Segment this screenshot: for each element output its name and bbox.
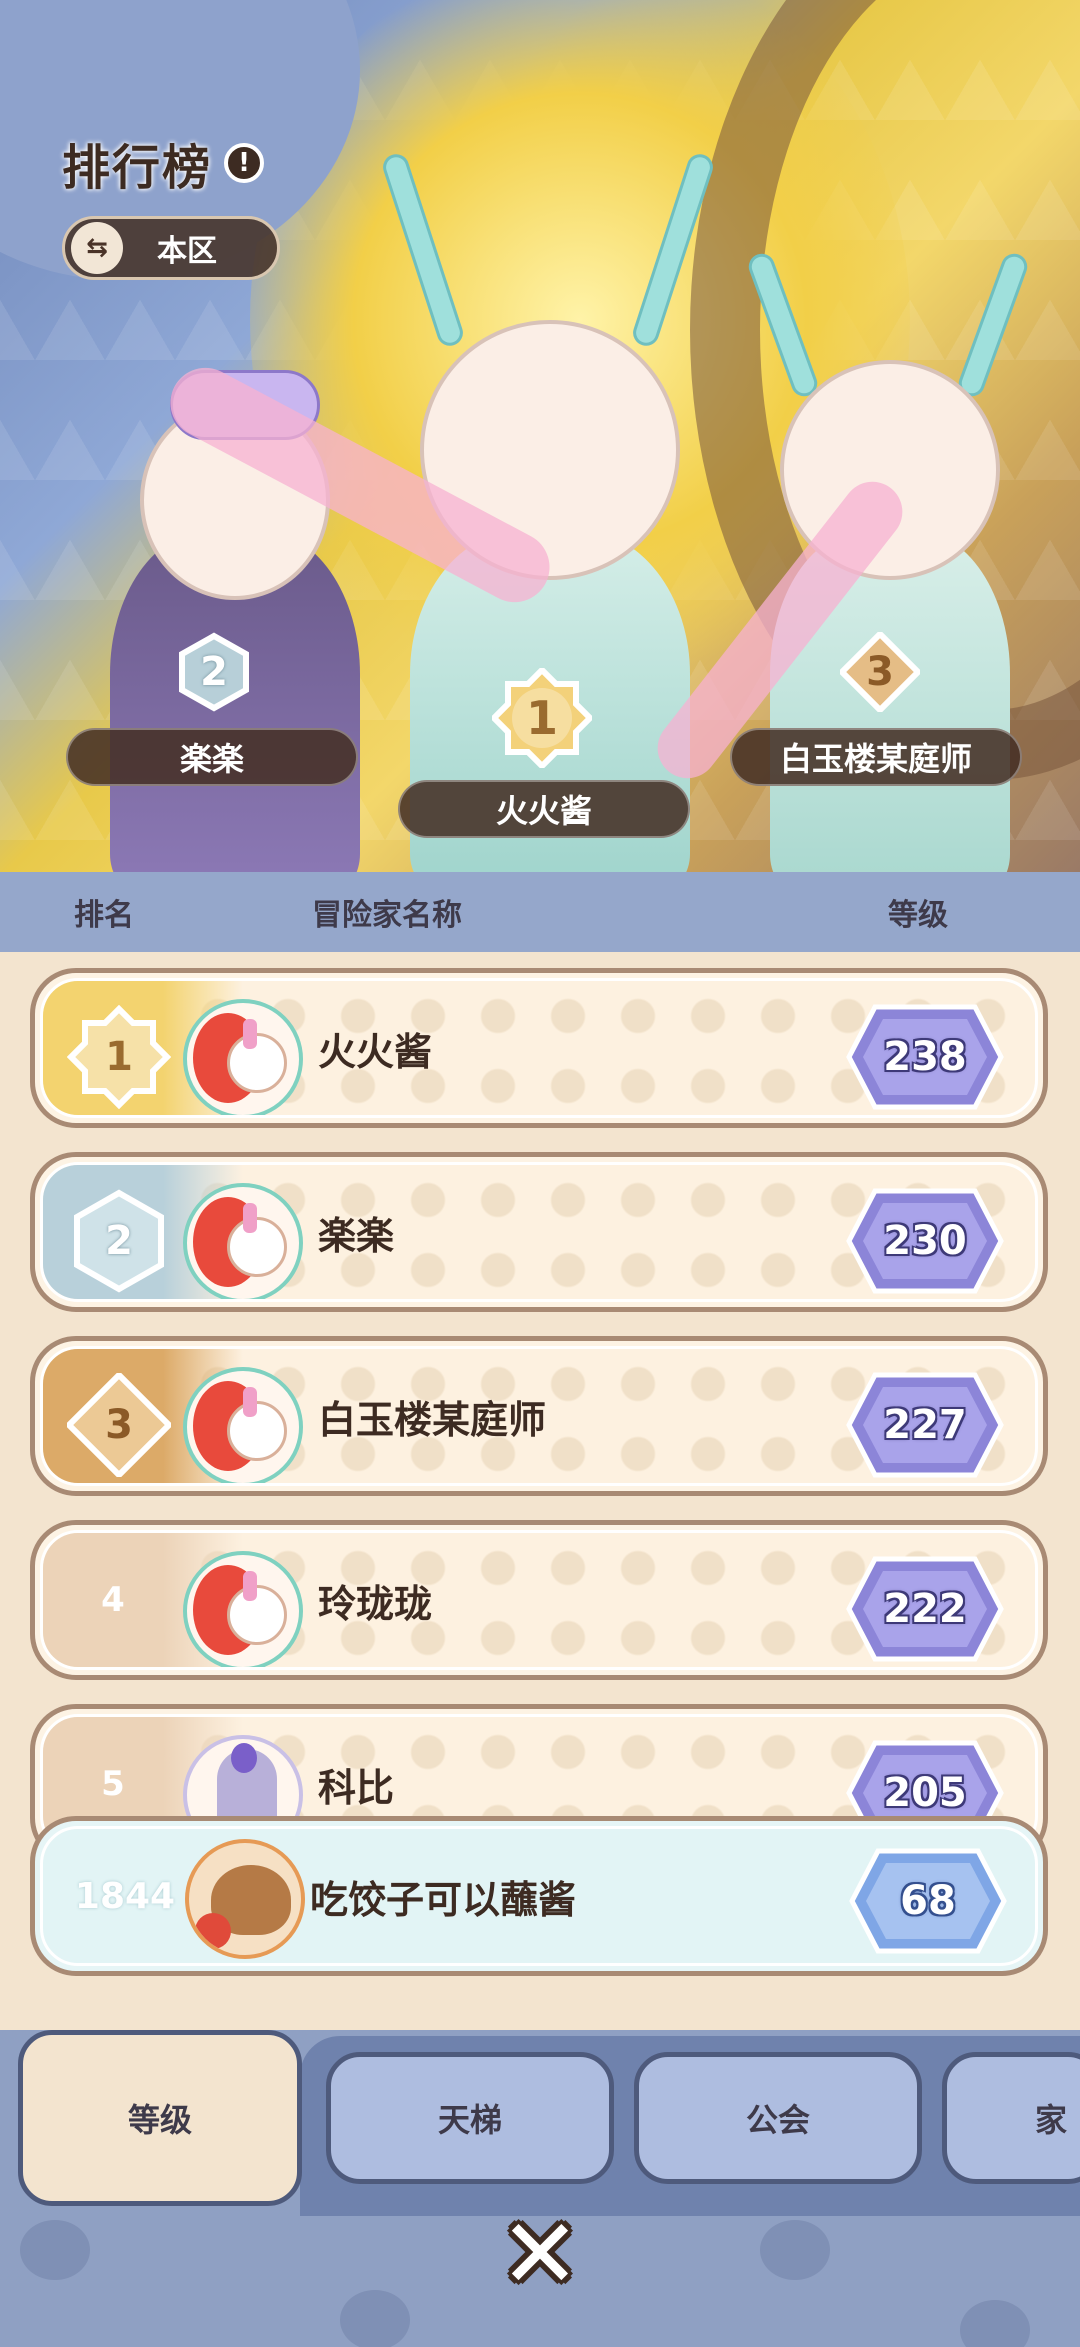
rank-medal-silver: 2 xyxy=(67,1189,171,1293)
self-ranking-row[interactable]: 1844 吃饺子可以蘸酱 68 xyxy=(30,1816,1048,1976)
player-name: 火火酱 xyxy=(318,1029,433,1074)
rank-medal-gold: 1 xyxy=(67,1005,171,1109)
podium-rank-first: 1 xyxy=(525,691,558,745)
player-name: 白玉楼某庭师 xyxy=(318,1397,547,1442)
info-icon[interactable]: ! xyxy=(224,143,265,183)
self-level-badge: 68 xyxy=(848,1847,1008,1955)
avatar[interactable] xyxy=(183,1183,303,1299)
self-avatar[interactable] xyxy=(185,1839,305,1959)
podium-name-first: 火火酱 xyxy=(398,780,690,838)
podium-name-second: 楽楽 xyxy=(66,728,358,786)
swap-icon: ⇆ xyxy=(71,222,123,274)
level-badge: 238 xyxy=(845,1003,1005,1111)
paw-decor xyxy=(760,2220,830,2280)
title-area: 排行榜 ! xyxy=(62,128,265,198)
column-level: 等级 xyxy=(888,898,948,933)
region-switch-button[interactable]: ⇆ 本区 xyxy=(62,216,280,280)
tab-bar: 等级 天梯 公会 家 xyxy=(0,2030,1080,2216)
self-rank: 1844 xyxy=(74,1875,176,1917)
tab-level[interactable]: 等级 xyxy=(18,2030,302,2206)
tab-home[interactable]: 家 xyxy=(942,2052,1080,2184)
column-header: 排名 冒险家名称 等级 xyxy=(0,872,1080,952)
column-name: 冒险家名称 xyxy=(312,898,462,933)
tab-guild[interactable]: 公会 xyxy=(634,2052,922,2184)
ranking-row[interactable]: 3 白玉楼某庭师 227 xyxy=(30,1336,1048,1496)
rank-number: 4 xyxy=(101,1580,125,1620)
column-rank: 排名 xyxy=(74,898,134,933)
podium-hero: 排行榜 ! ⇆ 本区 2 1 3 楽楽 火火酱 白玉楼某庭师 xyxy=(0,0,1080,872)
podium-rank-second: 2 xyxy=(200,649,228,695)
page-title: 排行榜 xyxy=(62,140,213,196)
level-badge: 227 xyxy=(845,1371,1005,1479)
ranking-row[interactable]: 4 玲珑珑 222 xyxy=(30,1520,1048,1680)
podium-name-third: 白玉楼某庭师 xyxy=(730,728,1022,786)
player-name: 玲珑珑 xyxy=(318,1581,433,1626)
avatar[interactable] xyxy=(183,999,303,1115)
paw-decor xyxy=(960,2300,1030,2347)
self-player-name: 吃饺子可以蘸酱 xyxy=(310,1877,577,1922)
tab-ladder[interactable]: 天梯 xyxy=(326,2052,614,2184)
ranking-row[interactable]: 1 火火酱 238 xyxy=(30,968,1048,1128)
paw-decor xyxy=(340,2290,410,2347)
player-name: 楽楽 xyxy=(318,1213,395,1258)
rank-medal-bronze: 3 xyxy=(67,1373,171,1477)
level-badge: 230 xyxy=(845,1187,1005,1295)
podium-rank-second-badge: 2 xyxy=(174,632,254,712)
ranking-row[interactable]: 2 楽楽 230 xyxy=(30,1152,1048,1312)
level-badge: 222 xyxy=(845,1555,1005,1663)
podium-rank-third: 3 xyxy=(866,649,894,695)
paw-decor xyxy=(20,2220,90,2280)
region-label: 本区 xyxy=(157,234,217,269)
podium-rank-first-badge: 1 xyxy=(492,668,592,768)
avatar[interactable] xyxy=(183,1367,303,1483)
podium-rank-third-badge: 3 xyxy=(840,632,920,712)
avatar[interactable] xyxy=(183,1551,303,1667)
close-icon[interactable]: ✕ xyxy=(498,2206,582,2302)
